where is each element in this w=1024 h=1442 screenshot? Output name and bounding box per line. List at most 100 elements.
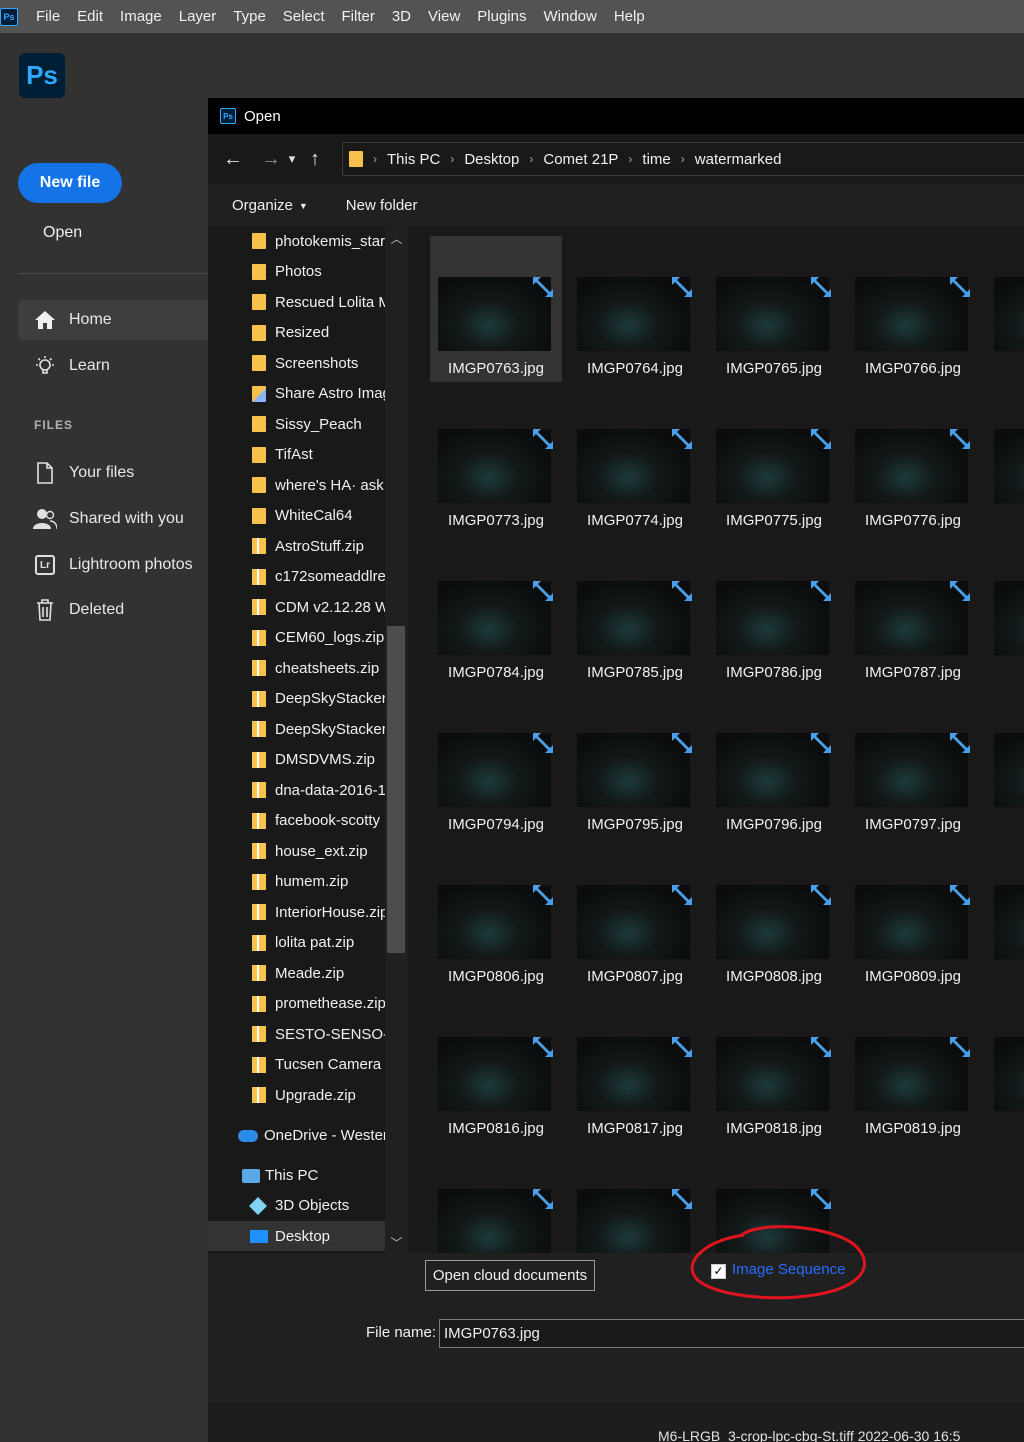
file-tile[interactable]: IMGP0816.jpg [430, 996, 562, 1142]
file-tile[interactable]: IMGP0775.jpg [708, 388, 840, 534]
menu-image[interactable]: Image [120, 8, 162, 25]
menu-view[interactable]: View [428, 8, 460, 25]
file-tile[interactable]: IMGP0763.jpg [430, 236, 562, 382]
tree-item[interactable]: DeepSkyStackerI [208, 714, 408, 744]
menu-file[interactable]: File [36, 8, 60, 25]
tree-item[interactable]: This PC [208, 1161, 408, 1191]
file-tile[interactable]: IMGP0796.jpg [708, 692, 840, 838]
file-tile[interactable]: IM [986, 692, 1024, 838]
file-tile[interactable]: IM [986, 236, 1024, 382]
tree-item[interactable]: Rescued Lolita M [208, 287, 408, 317]
menu-help[interactable]: Help [614, 8, 645, 25]
tree-item[interactable]: cheatsheets.zip [208, 653, 408, 683]
file-tile[interactable]: IMGP0765.jpg [708, 236, 840, 382]
file-tile[interactable]: IMGP0795.jpg [569, 692, 701, 838]
back-arrow-icon[interactable]: ← [220, 148, 246, 171]
file-tile[interactable]: IMGP0817.jpg [569, 996, 701, 1142]
tree-item[interactable]: photokemis_star [208, 226, 408, 256]
tree-item[interactable]: Screenshots [208, 348, 408, 378]
file-tile[interactable]: IMGP0784.jpg [430, 540, 562, 686]
photoshop-app-icon[interactable]: Ps [0, 7, 18, 26]
sidebar-item-deleted[interactable]: Deleted [18, 590, 208, 630]
file-tile[interactable] [569, 1148, 701, 1253]
tree-item[interactable]: DMSDVMS.zip [208, 745, 408, 775]
file-tile[interactable]: IMGP0794.jpg [430, 692, 562, 838]
menu-edit[interactable]: Edit [77, 8, 103, 25]
file-tile[interactable]: IM [986, 996, 1024, 1142]
menu-window[interactable]: Window [543, 8, 596, 25]
tree-item[interactable]: house_ext.zip [208, 836, 408, 866]
tree-item[interactable]: InteriorHouse.zip [208, 897, 408, 927]
tree-item[interactable]: TifAst [208, 440, 408, 470]
address-bar[interactable]: › This PC › Desktop › Comet 21P › time ›… [342, 142, 1024, 176]
tree-item[interactable]: CDM v2.12.28 W [208, 592, 408, 622]
breadcrumb-this-pc[interactable]: This PC [387, 151, 440, 168]
forward-arrow-icon[interactable]: → [258, 148, 284, 171]
new-folder-button[interactable]: New folder [346, 197, 418, 214]
menu-layer[interactable]: Layer [179, 8, 217, 25]
breadcrumb-time[interactable]: time [642, 151, 670, 168]
menu-type[interactable]: Type [233, 8, 266, 25]
tree-scrollbar-thumb[interactable] [387, 626, 405, 953]
menu-select[interactable]: Select [283, 8, 325, 25]
menu-filter[interactable]: Filter [342, 8, 375, 25]
tree-item[interactable]: Upgrade.zip [208, 1080, 408, 1110]
tree-item[interactable]: Desktop [208, 1221, 408, 1251]
sidebar-item-learn[interactable]: Learn [18, 346, 208, 386]
tree-item[interactable]: Resized [208, 318, 408, 348]
tree-item[interactable]: Photos [208, 257, 408, 287]
file-tile[interactable] [430, 1148, 562, 1253]
tree-item[interactable]: OneDrive - Wester [208, 1121, 408, 1151]
sidebar-item-lightroom-photos[interactable]: Lr Lightroom photos [18, 545, 208, 585]
file-tile[interactable]: IMGP0809.jpg [847, 844, 979, 990]
file-tile[interactable]: IMGP0806.jpg [430, 844, 562, 990]
tree-item[interactable]: facebook-scotty [208, 806, 408, 836]
image-sequence-checkbox[interactable]: ✓ [711, 1264, 726, 1279]
file-tile[interactable]: IMGP0764.jpg [569, 236, 701, 382]
tree-item[interactable]: AstroStuff.zip [208, 531, 408, 561]
file-tile[interactable]: IMGP0776.jpg [847, 388, 979, 534]
breadcrumb-comet[interactable]: Comet 21P [543, 151, 618, 168]
sidebar-item-shared-with-you[interactable]: Shared with you [18, 499, 208, 539]
sidebar-item-home[interactable]: Home [18, 300, 208, 340]
file-tile[interactable]: IMGP0819.jpg [847, 996, 979, 1142]
file-tile[interactable]: IM [986, 388, 1024, 534]
breadcrumb-desktop[interactable]: Desktop [464, 151, 519, 168]
tree-item[interactable]: Sissy_Peach [208, 409, 408, 439]
breadcrumb-watermarked[interactable]: watermarked [695, 151, 782, 168]
file-tile[interactable]: IMGP0773.jpg [430, 388, 562, 534]
tree-item[interactable]: WhiteCal64 [208, 501, 408, 531]
tree-item[interactable]: CEM60_logs.zip [208, 623, 408, 653]
tree-item[interactable]: SESTO-SENSO-2 [208, 1019, 408, 1049]
menu-plugins[interactable]: Plugins [477, 8, 526, 25]
file-tile[interactable]: IMGP0807.jpg [569, 844, 701, 990]
sidebar-item-your-files[interactable]: Your files [18, 453, 208, 493]
tree-item[interactable]: Share Astro Imag [208, 379, 408, 409]
organize-button[interactable]: Organize ▼ [232, 197, 308, 214]
tree-item[interactable]: Meade.zip [208, 958, 408, 988]
tree-item[interactable]: where's HA· ask [208, 470, 408, 500]
tree-item[interactable]: humem.zip [208, 867, 408, 897]
open-cloud-documents-button[interactable]: Open cloud documents [425, 1260, 595, 1291]
file-name-input[interactable] [439, 1319, 1024, 1348]
scroll-down-icon[interactable]: ﹀ [385, 1234, 408, 1251]
tree-item[interactable]: dna-data-2016-1 [208, 775, 408, 805]
tree-item[interactable]: lolita pat.zip [208, 928, 408, 958]
recent-locations-chevron-icon[interactable]: ▾ [284, 151, 300, 167]
file-tile[interactable]: IMGP0797.jpg [847, 692, 979, 838]
tree-item[interactable]: DeepSkyStacker6 [208, 684, 408, 714]
file-tile[interactable]: IM [986, 540, 1024, 686]
file-tile[interactable]: IMGP0808.jpg [708, 844, 840, 990]
tree-item[interactable]: Tucsen Camera D [208, 1050, 408, 1080]
up-arrow-icon[interactable]: ↑ [302, 148, 328, 171]
file-tile[interactable]: IMGP0818.jpg [708, 996, 840, 1142]
file-tile[interactable]: IMGP0774.jpg [569, 388, 701, 534]
file-tile[interactable]: IM [986, 844, 1024, 990]
file-tile[interactable]: IMGP0786.jpg [708, 540, 840, 686]
new-file-button[interactable]: New file [18, 163, 122, 203]
open-button[interactable]: Open [43, 224, 82, 242]
file-tile[interactable]: IMGP0785.jpg [569, 540, 701, 686]
image-sequence-label[interactable]: Image Sequence [732, 1261, 845, 1278]
tree-item[interactable]: 3D Objects [208, 1191, 408, 1221]
menu-3d[interactable]: 3D [392, 8, 411, 25]
